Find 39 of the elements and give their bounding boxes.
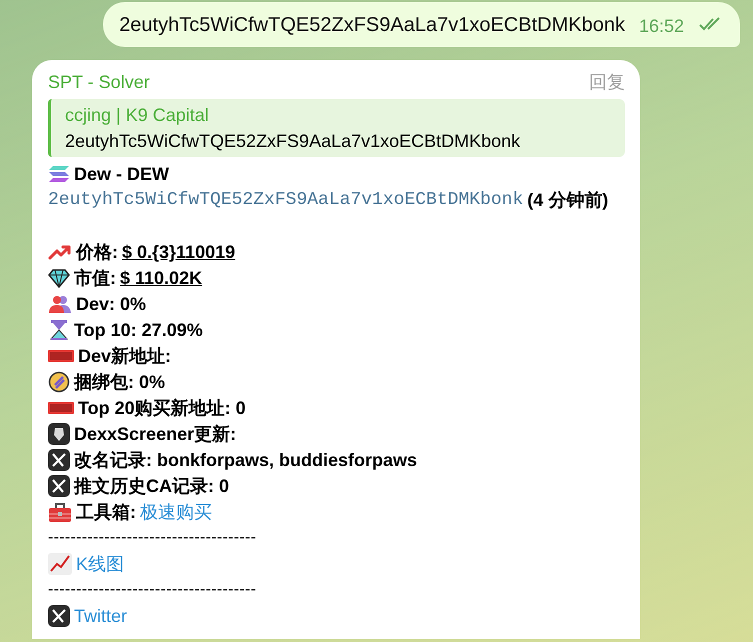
stat-label: 改名记录: bonkforpaws, buddiesforpaws (74, 449, 418, 472)
token-logo-icon (48, 165, 70, 183)
dashed-separator: ------------------------------------- (48, 528, 258, 548)
dashed-separator: ------------------------------------- (48, 580, 258, 600)
quote-author: ccjing | K9 Capital (65, 104, 210, 127)
line-chart-icon (48, 553, 72, 575)
message-text: 2eutyhTc5WiCfwTQE52ZxFS9AaLa7v1xoECBtDMKbonk (119, 14, 625, 37)
stat-label: 推文历史CA记录: 0 (74, 475, 230, 498)
people-icon (48, 294, 72, 314)
x-logo-icon (48, 605, 70, 627)
quote-text: 2eutyhTc5WiCfwTQE52ZxFS9AaLa7v1xoECBtDMKbonk (65, 130, 522, 153)
x-logo-icon (48, 475, 70, 497)
link[interactable]: K线图 (76, 551, 124, 577)
token-address[interactable]: 2eutyhTc5WiCfwTQE52ZxFS9AaLa7v1xoECBtDMKbonk (48, 187, 524, 213)
token-name: Dew - DEW (74, 163, 170, 186)
stat-label: 市值: (74, 267, 116, 290)
stat-label: Dev: 0% (76, 293, 146, 316)
stat-label: 价格: (76, 241, 118, 264)
stat-label: 工具箱: (76, 501, 136, 524)
stat-value[interactable]: $ 0.{3}110019 (122, 239, 236, 265)
stat-label: Top 20购买新地址: 0 (78, 397, 246, 420)
toolbox-icon (48, 501, 72, 523)
stat-label: Dev新地址: (78, 345, 172, 368)
stat-label: Top 10: 27.09% (74, 319, 203, 342)
message-time: 16:52 (638, 16, 684, 37)
reply-button[interactable]: 回复 (589, 69, 625, 95)
stat-value[interactable]: $ 110.02K (120, 265, 202, 291)
link[interactable]: 极速购买 (140, 499, 212, 525)
token-age: (4 分钟前) (527, 189, 608, 212)
coin-icon (48, 371, 70, 393)
hourglass-icon (48, 319, 70, 341)
stat-label: 捆绑包: 0% (74, 371, 166, 394)
stat-label: DexxScreener更新: (74, 423, 236, 446)
quoted-message[interactable]: ccjing | K9 Capital 2eutyhTc5WiCfwTQE52ZxFS9AaLa7v1xoECBtDMKbonk (48, 99, 625, 157)
x-logo-icon (48, 449, 70, 471)
trend-up-icon (48, 243, 72, 261)
sender-name[interactable]: SPT - Solver (48, 69, 150, 95)
diamond-icon (48, 268, 70, 288)
link[interactable]: Twitter (74, 603, 128, 629)
